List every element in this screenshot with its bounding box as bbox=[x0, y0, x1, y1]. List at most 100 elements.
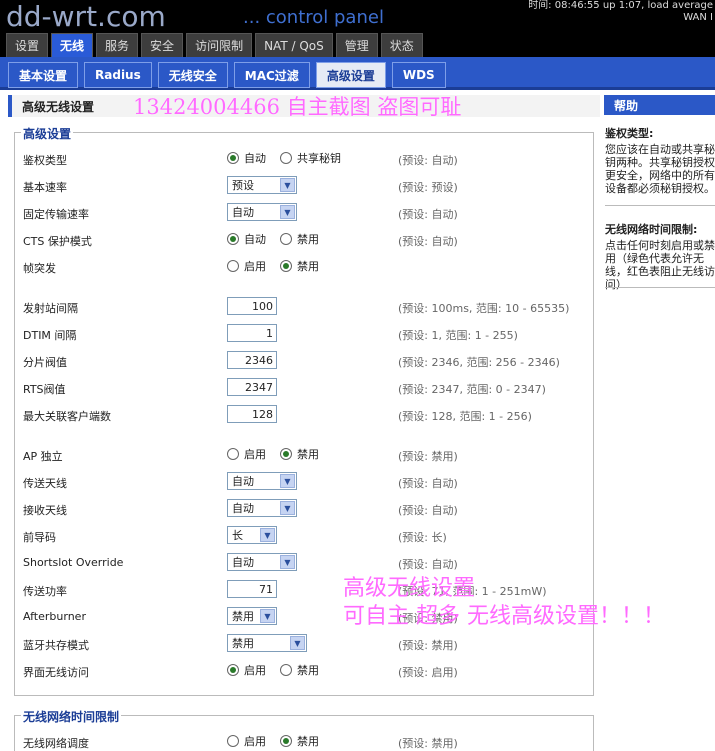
help-title: 帮助 bbox=[604, 95, 715, 115]
radio-label: 共享秘钥 bbox=[297, 152, 341, 165]
radio-option[interactable]: 启用 bbox=[227, 733, 266, 749]
dropdown-select[interactable]: 自动 ▼ bbox=[227, 472, 297, 490]
number-input[interactable]: 128 bbox=[227, 405, 277, 423]
subtab-radius[interactable]: Radius bbox=[84, 62, 152, 88]
radio-option[interactable]: 自动 bbox=[227, 150, 266, 166]
setting-label: Afterburner bbox=[23, 610, 86, 623]
chevron-down-icon[interactable]: ▼ bbox=[260, 609, 275, 623]
default-hint: (预设: 2346, 范围: 256 - 2346) bbox=[398, 356, 560, 369]
dropdown-select[interactable]: 自动 ▼ bbox=[227, 553, 297, 571]
number-input[interactable]: 2347 bbox=[227, 378, 277, 396]
radio-button[interactable] bbox=[280, 664, 292, 676]
dropdown-select[interactable]: 禁用 ▼ bbox=[227, 634, 307, 652]
tab-administration[interactable]: 管理 bbox=[335, 33, 378, 57]
subtab-advanced[interactable]: 高级设置 bbox=[315, 62, 386, 88]
tab-wireless[interactable]: 无线 bbox=[51, 33, 94, 57]
setting-control: 自动 ▼ bbox=[227, 498, 297, 518]
tab-setup[interactable]: 设置 bbox=[6, 33, 49, 57]
setting-label: 鉴权类型 bbox=[23, 154, 67, 167]
radio-button[interactable] bbox=[227, 152, 239, 164]
setting-label: 界面无线访问 bbox=[23, 666, 89, 679]
number-input[interactable]: 2346 bbox=[227, 351, 277, 369]
chevron-down-icon[interactable]: ▼ bbox=[260, 528, 275, 542]
setting-control: 自动 ▼ bbox=[227, 471, 297, 491]
chevron-down-icon[interactable]: ▼ bbox=[280, 501, 295, 515]
header-bar: dd-wrt.com ... control panel 时间: 08:46:5… bbox=[0, 0, 715, 60]
setting-control: 长 ▼ bbox=[227, 525, 277, 545]
setting-control: 自动 共享秘钥 bbox=[227, 148, 349, 168]
radio-button[interactable] bbox=[227, 448, 239, 460]
number-input[interactable]: 71 bbox=[227, 580, 277, 598]
setting-label: AP 独立 bbox=[23, 450, 63, 463]
radio-option[interactable]: 禁用 bbox=[280, 258, 319, 274]
radio-option[interactable]: 启用 bbox=[227, 662, 266, 678]
radio-button[interactable] bbox=[227, 233, 239, 245]
number-input[interactable]: 100 bbox=[227, 297, 277, 315]
dropdown-select[interactable]: 长 ▼ bbox=[227, 526, 277, 544]
dropdown-select[interactable]: 自动 ▼ bbox=[227, 499, 297, 517]
radio-button[interactable] bbox=[227, 735, 239, 747]
tab-access-restrictions[interactable]: 访问限制 bbox=[186, 33, 253, 57]
chevron-down-icon[interactable]: ▼ bbox=[280, 474, 295, 488]
tab-services[interactable]: 服务 bbox=[96, 33, 139, 57]
section-legend: 无线网络时间限制 bbox=[21, 708, 122, 725]
tab-nat-qos[interactable]: NAT / QoS bbox=[255, 33, 333, 57]
subtab-wds[interactable]: WDS bbox=[391, 62, 446, 88]
chevron-down-icon[interactable]: ▼ bbox=[280, 555, 295, 569]
default-hint: (预设: 自动) bbox=[398, 208, 458, 221]
default-hint: (预设: 2347, 范围: 0 - 2347) bbox=[398, 383, 546, 396]
setting-label: 基本速率 bbox=[23, 181, 67, 194]
chevron-down-icon[interactable]: ▼ bbox=[280, 178, 295, 192]
chevron-down-icon[interactable]: ▼ bbox=[280, 205, 295, 219]
select-value: 长 bbox=[232, 529, 243, 542]
subtab-wireless-security[interactable]: 无线安全 bbox=[157, 62, 228, 88]
setting-row: Shortslot Override 自动 ▼ (预设: 自动) bbox=[23, 552, 593, 572]
radio-option[interactable]: 禁用 bbox=[280, 662, 319, 678]
setting-row: 基本速率 预设 ▼ (预设: 预设) bbox=[23, 175, 593, 195]
select-value: 自动 bbox=[232, 206, 254, 219]
radio-label: 自动 bbox=[244, 233, 266, 246]
radio-button[interactable] bbox=[227, 664, 239, 676]
setting-control: 启用 禁用 bbox=[227, 256, 327, 276]
dropdown-select[interactable]: 预设 ▼ bbox=[227, 176, 297, 194]
radio-option[interactable]: 共享秘钥 bbox=[280, 150, 341, 166]
radio-button[interactable] bbox=[280, 735, 292, 747]
radio-label: 启用 bbox=[244, 664, 266, 677]
tab-security[interactable]: 安全 bbox=[141, 33, 184, 57]
setting-control: 启用 禁用 bbox=[227, 660, 327, 680]
setting-row: DTIM 间隔 1 (预设: 1, 范围: 1 - 255) bbox=[23, 323, 593, 343]
radio-button[interactable] bbox=[280, 152, 292, 164]
radio-button[interactable] bbox=[280, 260, 292, 272]
radio-button[interactable] bbox=[280, 233, 292, 245]
subtab-basic[interactable]: 基本设置 bbox=[8, 62, 79, 88]
setting-control: 启用 禁用 bbox=[227, 731, 327, 751]
radio-option[interactable]: 禁用 bbox=[280, 231, 319, 247]
setting-row: 界面无线访问 启用 禁用 (预设: 启用) bbox=[23, 660, 593, 680]
radio-button[interactable] bbox=[280, 448, 292, 460]
number-input[interactable]: 1 bbox=[227, 324, 277, 342]
radio-label: 禁用 bbox=[297, 260, 319, 273]
setting-label: 发射站间隔 bbox=[23, 302, 78, 315]
radio-option[interactable]: 启用 bbox=[227, 258, 266, 274]
chevron-down-icon[interactable]: ▼ bbox=[290, 636, 305, 650]
subtab-mac-filter[interactable]: MAC过滤 bbox=[233, 62, 310, 88]
setting-label: 蓝牙共存模式 bbox=[23, 639, 89, 652]
radio-label: 禁用 bbox=[297, 233, 319, 246]
setting-row: 最大关联客户端数 128 (预设: 128, 范围: 1 - 256) bbox=[23, 404, 593, 424]
radio-label: 自动 bbox=[244, 152, 266, 165]
radio-button[interactable] bbox=[227, 260, 239, 272]
radio-option[interactable]: 启用 bbox=[227, 446, 266, 462]
dropdown-select[interactable]: 自动 ▼ bbox=[227, 203, 297, 221]
select-value: 禁用 bbox=[232, 637, 254, 650]
setting-row: 固定传输速率 自动 ▼ (预设: 自动) bbox=[23, 202, 593, 222]
help-panel: 帮助 鉴权类型: 您应该在自动或共享秘钥两种。共享秘钥授权更安全，网络中的所有设… bbox=[604, 95, 715, 751]
radio-option[interactable]: 禁用 bbox=[280, 733, 319, 749]
radio-option[interactable]: 禁用 bbox=[280, 446, 319, 462]
dropdown-select[interactable]: 禁用 ▼ bbox=[227, 607, 277, 625]
default-hint: (预设: 1, 范围: 1 - 255) bbox=[398, 329, 518, 342]
radio-option[interactable]: 自动 bbox=[227, 231, 266, 247]
setting-label: 传送功率 bbox=[23, 585, 67, 598]
tab-status[interactable]: 状态 bbox=[380, 33, 423, 57]
default-hint: (预设: 预设) bbox=[398, 181, 458, 194]
setting-label: Shortslot Override bbox=[23, 556, 124, 569]
